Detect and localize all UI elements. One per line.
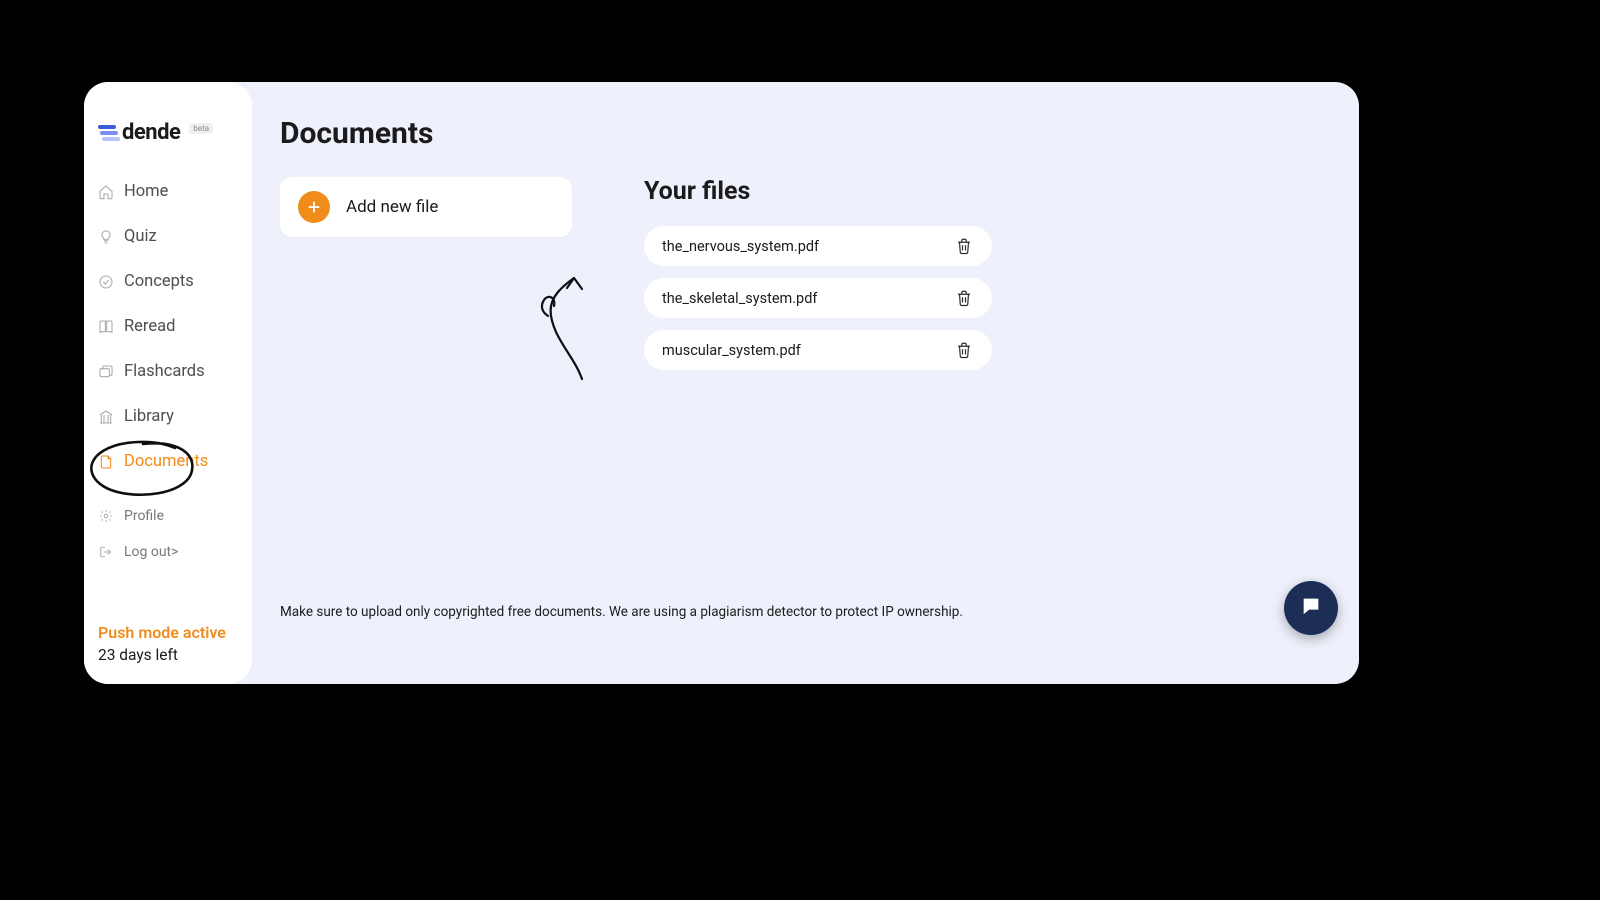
file-row[interactable]: muscular_system.pdf — [644, 330, 992, 370]
logo[interactable]: dende beta — [98, 120, 238, 145]
book-icon — [98, 319, 114, 335]
sidebar-item-label: Library — [124, 407, 174, 426]
push-mode-status: Push mode active 23 days left — [98, 623, 238, 664]
app-window: dende beta Home Quiz Concepts Reread — [84, 82, 1359, 684]
logout-icon — [98, 544, 114, 560]
sidebar-item-label: Flashcards — [124, 362, 205, 381]
push-mode-days: 23 days left — [98, 646, 238, 664]
cards-icon — [98, 364, 114, 380]
sidebar-item-documents[interactable]: Documents — [98, 439, 238, 484]
footer-note: Make sure to upload only copyrighted fre… — [280, 604, 1319, 620]
file-list: the_nervous_system.pdf the_skeletal_syst… — [644, 226, 992, 370]
sidebar-item-label: Profile — [124, 508, 164, 524]
sidebar-item-reread[interactable]: Reread — [98, 304, 238, 349]
file-row[interactable]: the_skeletal_system.pdf — [644, 278, 992, 318]
add-file-button[interactable]: Add new file — [280, 177, 572, 237]
content-row: Add new file Your files the_nervous_syst… — [280, 177, 1339, 370]
page-title: Documents — [280, 116, 1339, 151]
sidebar-item-library[interactable]: Library — [98, 394, 238, 439]
sidebar: dende beta Home Quiz Concepts Reread — [84, 82, 252, 684]
sidebar-item-concepts[interactable]: Concepts — [98, 259, 238, 304]
bulb-icon — [98, 229, 114, 245]
sidebar-item-profile[interactable]: Profile — [98, 498, 238, 534]
sidebar-item-logout[interactable]: Log out> — [98, 534, 238, 570]
sidebar-item-home[interactable]: Home — [98, 169, 238, 214]
files-column: Your files the_nervous_system.pdf the_sk… — [644, 177, 992, 370]
add-file-label: Add new file — [346, 197, 438, 217]
gear-icon — [98, 508, 114, 524]
file-name: the_nervous_system.pdf — [662, 238, 819, 255]
chat-icon — [1300, 595, 1322, 621]
trash-icon[interactable] — [954, 236, 974, 256]
file-name: muscular_system.pdf — [662, 342, 801, 359]
sidebar-item-label: Documents — [124, 452, 208, 471]
sidebar-nav: Home Quiz Concepts Reread Flashcards Lib… — [98, 169, 238, 570]
home-icon — [98, 184, 114, 200]
trash-icon[interactable] — [954, 288, 974, 308]
sidebar-item-label: Reread — [124, 317, 175, 336]
trash-icon[interactable] — [954, 340, 974, 360]
library-icon — [98, 409, 114, 425]
chat-fab[interactable] — [1284, 581, 1338, 635]
sidebar-item-quiz[interactable]: Quiz — [98, 214, 238, 259]
push-mode-title: Push mode active — [98, 623, 238, 643]
beta-badge: beta — [189, 123, 213, 134]
sidebar-item-label: Home — [124, 182, 168, 201]
sidebar-item-label: Log out> — [124, 544, 178, 560]
check-circle-icon — [98, 274, 114, 290]
plus-icon — [298, 191, 330, 223]
sidebar-item-label: Concepts — [124, 272, 194, 291]
document-icon — [98, 454, 114, 470]
file-name: the_skeletal_system.pdf — [662, 290, 817, 307]
main-content: Documents Add new file Your files the_ne… — [252, 82, 1359, 684]
file-row[interactable]: the_nervous_system.pdf — [644, 226, 992, 266]
logo-icon — [98, 125, 116, 141]
sidebar-item-label: Quiz — [124, 227, 157, 246]
logo-text: dende — [122, 120, 180, 145]
sidebar-item-flashcards[interactable]: Flashcards — [98, 349, 238, 394]
files-heading: Your files — [644, 177, 992, 206]
